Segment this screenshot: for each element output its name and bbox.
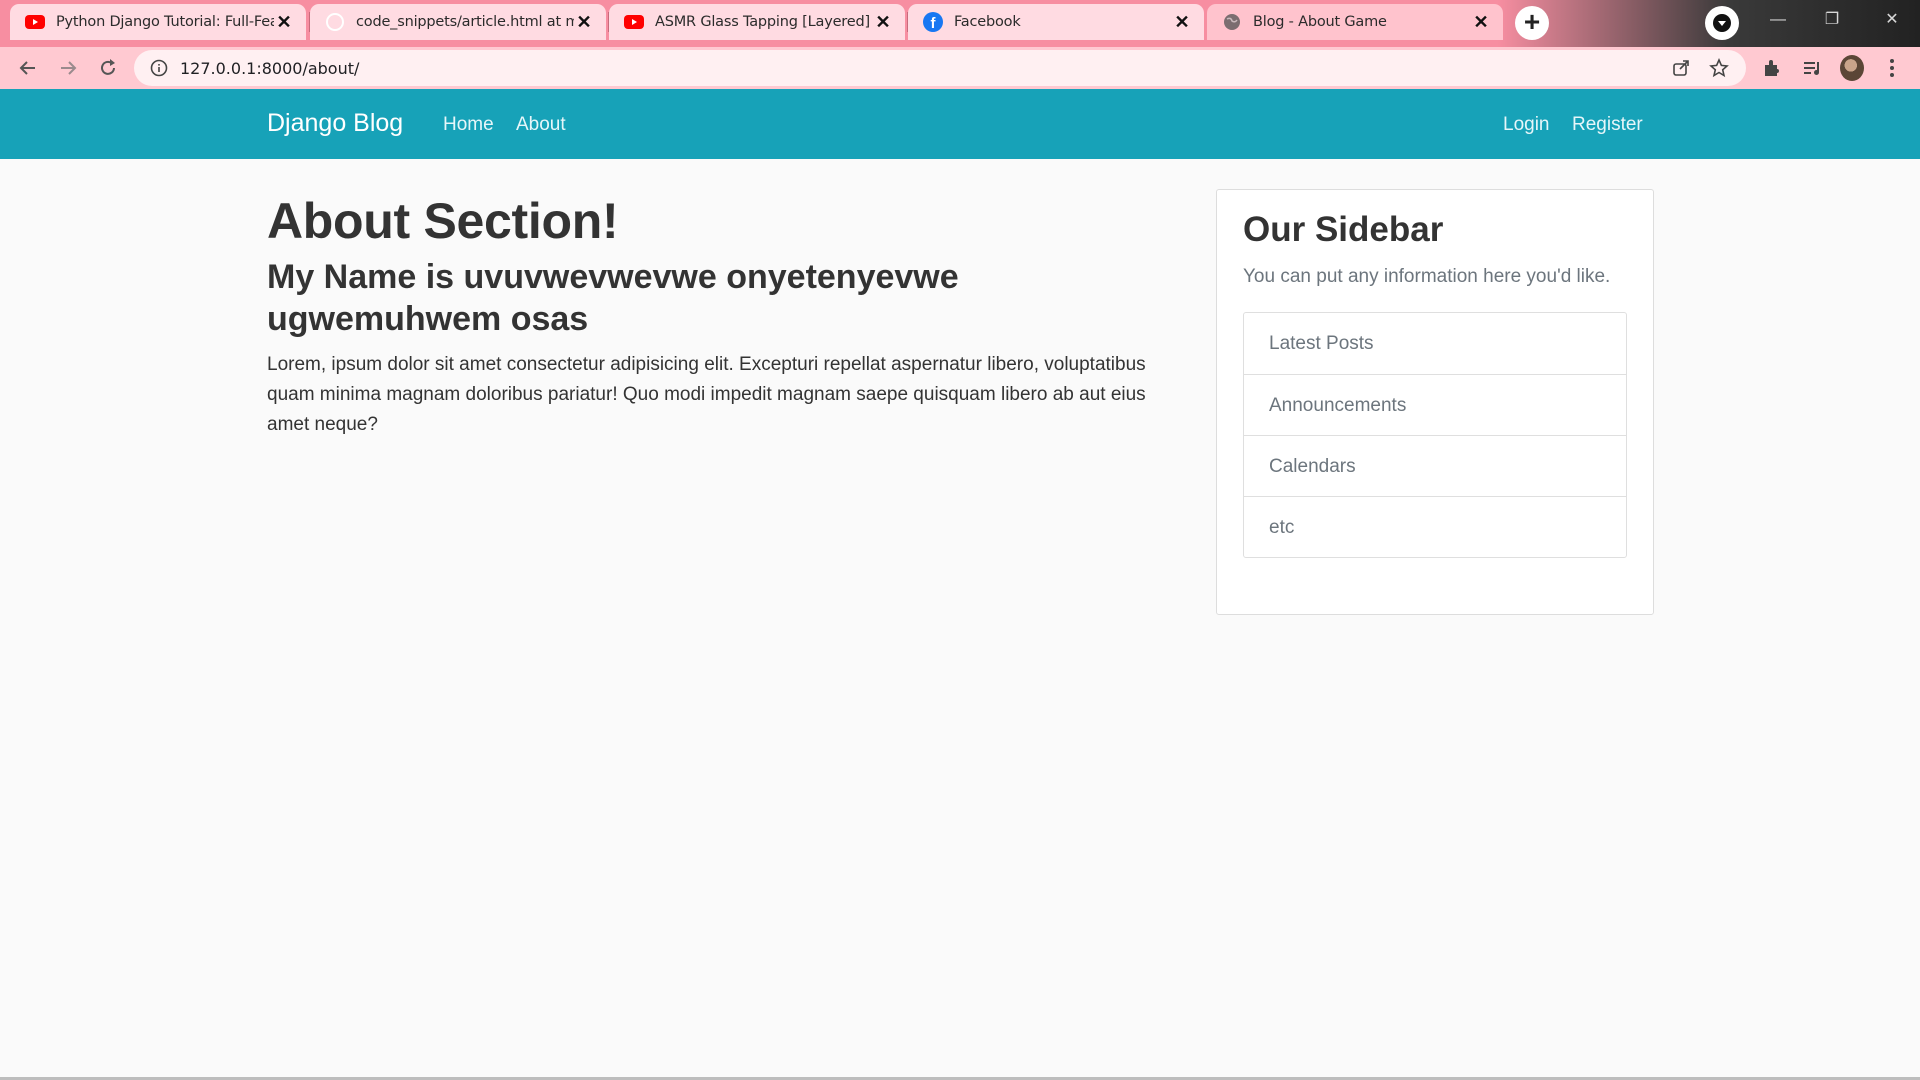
page-subtitle: My Name is uvuvwevwevwe onyetenyevwe ugw… [267, 258, 959, 338]
close-icon[interactable]: ✕ [1172, 12, 1192, 32]
browser-toolbar: 127.0.0.1:8000/about/ [0, 47, 1920, 89]
brand-link[interactable]: Django Blog [267, 109, 403, 138]
nav-link-about[interactable]: About [516, 114, 566, 136]
back-button[interactable] [14, 54, 42, 82]
sidebar-item-latest-posts[interactable]: Latest Posts [1244, 313, 1626, 374]
minimize-button[interactable]: — [1758, 6, 1798, 34]
info-icon[interactable] [150, 59, 168, 77]
tab-code-snippets[interactable]: code_snippets/article.html at ma ✕ [310, 4, 606, 40]
main-content: About Section! My Name is uvuvwevwevwe o… [267, 188, 1167, 440]
profile-avatar[interactable] [1840, 55, 1864, 81]
tab-title: Python Django Tutorial: Full-Feat [56, 14, 274, 30]
extensions-icon[interactable] [1760, 56, 1784, 80]
close-icon[interactable]: ✕ [873, 12, 893, 32]
new-tab-button[interactable]: + [1515, 6, 1549, 40]
share-icon[interactable] [1670, 57, 1692, 79]
chevron-down-icon [1713, 14, 1731, 32]
avatar [1840, 55, 1864, 81]
sidebar-card: Our Sidebar You can put any information … [1216, 189, 1654, 615]
bookmark-star-icon[interactable] [1708, 57, 1730, 79]
tab-blog-about[interactable]: Blog - About Game ✕ [1207, 4, 1503, 40]
nav-link-register[interactable]: Register [1572, 114, 1643, 136]
menu-icon[interactable] [1880, 56, 1904, 80]
close-window-button[interactable]: ✕ [1872, 6, 1912, 34]
nav-link-login[interactable]: Login [1503, 114, 1550, 136]
reload-button[interactable] [94, 54, 122, 82]
globe-icon [1222, 12, 1242, 32]
page-title: About Section! [267, 193, 619, 249]
youtube-icon [624, 12, 644, 32]
facebook-icon: f [923, 12, 943, 32]
close-icon[interactable]: ✕ [1471, 12, 1491, 32]
tab-asmr[interactable]: ASMR Glass Tapping [Layered] - Y ✕ [609, 4, 905, 40]
site-navbar: Django Blog Home About Login Register [0, 89, 1920, 159]
tab-strip: Python Django Tutorial: Full-Feat ✕ code… [0, 0, 1920, 47]
sidebar-title: Our Sidebar [1243, 210, 1444, 249]
tab-title: ASMR Glass Tapping [Layered] - Y [655, 14, 873, 30]
tab-title: Blog - About Game [1253, 14, 1387, 30]
restore-button[interactable]: ❐ [1812, 6, 1852, 34]
sidebar-item-calendars[interactable]: Calendars [1244, 435, 1626, 496]
forward-button[interactable] [54, 54, 82, 82]
tab-title: code_snippets/article.html at ma [356, 14, 574, 30]
media-queue-icon[interactable] [1800, 56, 1824, 80]
nav-link-home[interactable]: Home [443, 114, 494, 136]
sidebar-item-announcements[interactable]: Announcements [1244, 374, 1626, 435]
youtube-icon [25, 12, 45, 32]
tab-search-button[interactable] [1705, 6, 1739, 40]
sidebar-item-etc[interactable]: etc [1244, 496, 1626, 557]
reload-icon [101, 59, 115, 75]
url-text[interactable]: 127.0.0.1:8000/about/ [180, 59, 1670, 78]
arrow-right-icon [61, 61, 77, 75]
sidebar-description: You can put any information here you'd l… [1243, 266, 1611, 287]
tab-python-django[interactable]: Python Django Tutorial: Full-Feat ✕ [10, 4, 306, 40]
sidebar-list: Latest Posts Announcements Calendars etc [1243, 312, 1627, 558]
close-icon[interactable]: ✕ [274, 12, 294, 32]
github-icon [325, 12, 345, 32]
about-paragraph: Lorem, ipsum dolor sit amet consectetur … [267, 354, 1146, 435]
close-icon[interactable]: ✕ [574, 12, 594, 32]
tab-title: Facebook [954, 14, 1021, 30]
arrow-left-icon [19, 61, 35, 75]
address-bar[interactable]: 127.0.0.1:8000/about/ [134, 50, 1746, 86]
tab-facebook[interactable]: f Facebook ✕ [908, 4, 1204, 40]
